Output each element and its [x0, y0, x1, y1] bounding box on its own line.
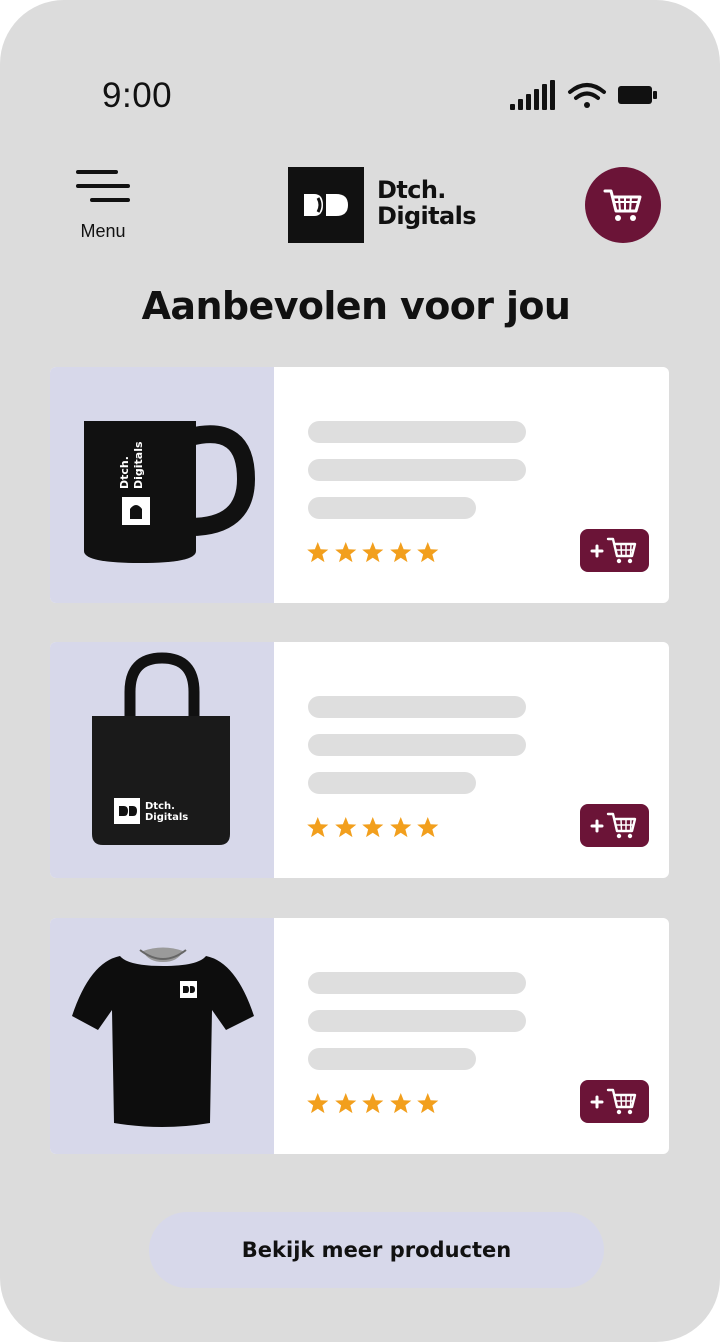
star-icon [362, 541, 384, 563]
logo-text: Dtch. Digitals [377, 176, 477, 230]
mug-icon: Dtch. Digitals [84, 421, 256, 563]
star-icon [307, 1092, 329, 1114]
product-image-panel: Dtch. Digitals [50, 367, 274, 603]
star-icon [362, 1092, 384, 1114]
signal-icon [510, 80, 555, 110]
battery-icon [618, 86, 657, 104]
placeholder-line [308, 1048, 476, 1070]
star-icon [417, 541, 439, 563]
add-to-cart-icon [590, 537, 637, 564]
svg-text:Digitals: Digitals [132, 441, 145, 489]
phone-screen: 9:00 Menu Dtch. Digitals Aanbevolen voor… [0, 0, 720, 1342]
add-to-cart-button[interactable] [580, 804, 649, 847]
placeholder-line [308, 459, 526, 481]
placeholder-line [308, 734, 526, 756]
placeholder-line [308, 421, 526, 443]
logo-mark [288, 167, 364, 243]
star-icon [334, 541, 356, 563]
star-icon [334, 1092, 356, 1114]
placeholder-line [308, 972, 526, 994]
t-shirt-icon [72, 947, 254, 1127]
view-more-products-button[interactable]: Bekijk meer producten [149, 1212, 604, 1288]
product-card[interactable] [50, 918, 669, 1154]
menu-label: Menu [80, 221, 126, 241]
svg-text:Digitals: Digitals [145, 812, 188, 823]
rating-stars [306, 541, 440, 564]
svg-text:Dtch.: Dtch. [118, 456, 131, 489]
status-time: 9:00 [102, 76, 173, 115]
star-icon [334, 816, 356, 838]
product-card[interactable]: Dtch. Digitals [50, 367, 669, 603]
placeholder-line [308, 772, 476, 794]
add-to-cart-button[interactable] [580, 529, 649, 572]
status-icons [510, 80, 657, 110]
page-title: Aanbevolen voor jou [141, 284, 571, 328]
rating-stars [306, 1092, 440, 1115]
svg-text:Dtch.: Dtch. [145, 801, 175, 812]
dd-logo-icon [304, 194, 348, 216]
star-icon [417, 1092, 439, 1114]
star-icon [417, 816, 439, 838]
star-icon [389, 816, 411, 838]
star-icon [307, 816, 329, 838]
logo-text-line2: Digitals [377, 202, 477, 230]
product-image-panel: Dtch. Digitals [50, 642, 274, 878]
star-icon [307, 541, 329, 563]
menu-button[interactable]: Menu [72, 166, 134, 246]
brand-logo[interactable]: Dtch. Digitals [288, 167, 478, 243]
star-icon [389, 1092, 411, 1114]
star-icon [389, 541, 411, 563]
shopping-cart-icon [603, 189, 642, 221]
placeholder-line [308, 696, 526, 718]
rating-stars [306, 816, 440, 839]
add-to-cart-button[interactable] [580, 1080, 649, 1123]
placeholder-line [308, 497, 476, 519]
add-to-cart-icon [590, 1088, 637, 1115]
add-to-cart-icon [590, 812, 637, 839]
cart-button[interactable] [585, 167, 661, 243]
placeholder-line [308, 1010, 526, 1032]
star-icon [362, 816, 384, 838]
product-card[interactable]: Dtch. Digitals [50, 642, 669, 878]
logo-text-line1: Dtch. [377, 176, 446, 204]
tote-bag-icon: Dtch. Digitals [92, 652, 230, 845]
wifi-icon [568, 83, 606, 108]
product-image-panel [50, 918, 274, 1154]
hamburger-icon [76, 170, 130, 202]
